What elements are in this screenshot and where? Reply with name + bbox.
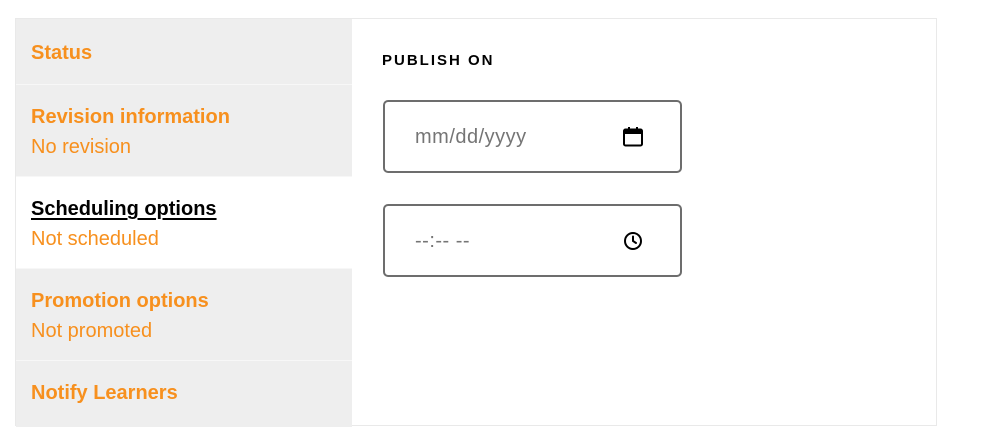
tab-title[interactable]: Status: [31, 41, 352, 65]
vertical-tabs-panel: Status Revision information No revision …: [15, 18, 937, 427]
publish-time-input[interactable]: --:-- --: [383, 204, 682, 277]
tab-title[interactable]: Promotion options: [31, 289, 352, 313]
tab-promotion-options[interactable]: Promotion options Not promoted: [16, 269, 352, 361]
tab-revision-information[interactable]: Revision information No revision: [16, 85, 352, 177]
tab-notify-learners[interactable]: Notify Learners: [16, 361, 352, 427]
calendar-icon[interactable]: [622, 126, 644, 148]
clock-icon[interactable]: [622, 230, 644, 252]
time-placeholder: --:-- --: [415, 230, 471, 252]
tab-title[interactable]: Revision information: [31, 105, 352, 129]
tab-summary: No revision: [31, 136, 132, 158]
tab-scheduling-options[interactable]: Scheduling options Not scheduled: [16, 177, 352, 269]
publish-date-input[interactable]: mm/dd/yyyy: [383, 100, 682, 173]
tab-summary: Not scheduled: [31, 228, 159, 250]
tab-title[interactable]: Notify Learners: [31, 381, 352, 405]
publish-on-label: PUBLISH ON: [382, 52, 495, 69]
tab-status[interactable]: Status: [16, 19, 352, 85]
tab-title[interactable]: Scheduling options: [31, 197, 352, 221]
vertical-tabs-menu: Status Revision information No revision …: [16, 19, 352, 427]
tab-summary: Not promoted: [31, 320, 153, 342]
scheduling-options-pane: PUBLISH ON mm/dd/yyyy --:-- --: [352, 19, 936, 425]
date-placeholder: mm/dd/yyyy: [415, 126, 527, 148]
